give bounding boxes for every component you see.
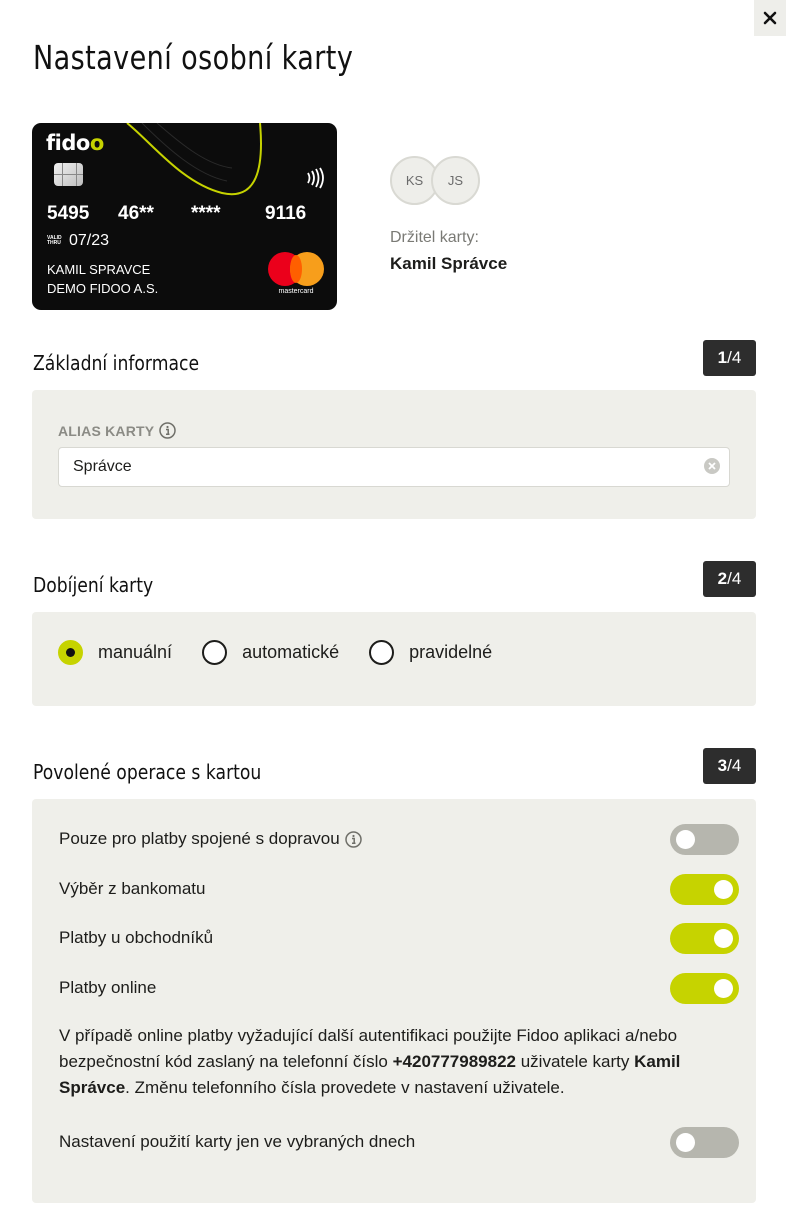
valid-thru-label: VALID THRU xyxy=(47,235,62,246)
operation-label: Pouze pro platby spojené s dopravou xyxy=(59,829,362,849)
avatar-group: KS JS xyxy=(390,156,490,206)
section-title-basic-info: Základní informace xyxy=(33,351,200,375)
clear-input-icon[interactable] xyxy=(703,457,721,475)
operation-label-text: Pouze pro platby spojené s dopravou xyxy=(59,829,340,848)
operation-label: Platby u obchodníků xyxy=(59,928,214,947)
card-holder-label: Držitel karty: xyxy=(390,229,479,246)
step-current: 1 xyxy=(717,348,728,367)
card-holder-text: KAMIL SPRAVCE DEMO FIDOO A.S. xyxy=(47,260,158,298)
toggle-online-payments[interactable] xyxy=(670,972,739,1004)
valid-thru-date: 07/23 xyxy=(69,232,110,249)
step-total: /4 xyxy=(727,756,742,775)
avatar[interactable]: JS xyxy=(431,156,480,205)
top-up-panel: manuální automatické pravidelné xyxy=(32,612,756,706)
note-text: uživatele karty xyxy=(516,1052,635,1071)
step-total: /4 xyxy=(727,348,742,367)
radio-automatic[interactable]: automatické xyxy=(202,640,339,665)
section-title-allowed-operations: Povolené operace s kartou xyxy=(33,760,262,784)
alias-field-label: ALIAS KARTY xyxy=(58,422,177,439)
toggle-knob xyxy=(714,928,733,948)
step-current: 3 xyxy=(717,756,728,775)
card-number-group: 9116 xyxy=(265,203,307,224)
toggle-knob xyxy=(676,829,695,849)
step-badge: 1/4 xyxy=(703,340,756,376)
operation-row-selected-days: Nastavení použití karty jen ve vybraných… xyxy=(59,1125,739,1159)
basic-info-panel: ALIAS KARTY xyxy=(32,390,756,519)
section-title-top-up: Dobíjení karty xyxy=(33,573,154,597)
note-text: . Změnu telefonního čísla provedete v na… xyxy=(125,1078,565,1097)
toggle-merchant-payments[interactable] xyxy=(670,922,739,954)
close-icon xyxy=(763,11,777,25)
note-phone-number: +420777989822 xyxy=(392,1052,516,1071)
card-chip-icon xyxy=(54,163,83,186)
card-holder-name: KAMIL SPRAVCE xyxy=(47,262,151,277)
toggle-knob xyxy=(714,879,733,899)
info-icon[interactable] xyxy=(344,830,362,848)
card-company-name: DEMO FIDOO A.S. xyxy=(47,281,159,296)
operation-label: Platby online xyxy=(59,978,157,997)
mastercard-wordmark: mastercard xyxy=(278,288,314,295)
step-total: /4 xyxy=(727,569,742,588)
online-auth-note: V případě online platby vyžadující další… xyxy=(59,1023,739,1101)
card-brand-logo: fidoo xyxy=(46,131,104,155)
step-badge: 2/4 xyxy=(703,561,756,597)
step-badge: 3/4 xyxy=(703,748,756,784)
close-button[interactable] xyxy=(754,0,786,36)
mastercard-logo: mastercard xyxy=(266,252,326,297)
card-number: 5495 46** **** 9116 xyxy=(47,203,306,225)
operation-row-transport: Pouze pro platby spojené s dopravou xyxy=(59,822,739,856)
radio-dot-checked xyxy=(58,640,83,665)
allowed-operations-panel: Pouze pro platby spojené s dopravou Výbě… xyxy=(32,799,756,1203)
toggle-knob xyxy=(714,978,733,998)
operation-row-merchants: Platby u obchodníků xyxy=(59,921,739,955)
radio-label: pravidelné xyxy=(409,642,493,662)
operation-row-online: Platby online xyxy=(59,971,739,1005)
card-number-group: **** xyxy=(191,203,221,224)
toggle-transport-only[interactable] xyxy=(670,823,739,855)
alias-input[interactable] xyxy=(58,447,730,487)
radio-dot xyxy=(202,640,228,665)
toggle-atm-withdrawal[interactable] xyxy=(670,873,739,905)
toggle-knob xyxy=(676,1132,695,1152)
operation-label: Výběr z bankomatu xyxy=(59,879,206,898)
radio-label: automatické xyxy=(242,642,340,662)
alias-label-text: ALIAS KARTY xyxy=(58,422,155,439)
top-up-radio-group: manuální automatické pravidelné xyxy=(58,640,522,665)
card-number-group: 46** xyxy=(118,203,154,224)
radio-regular[interactable]: pravidelné xyxy=(369,640,492,665)
card-holder-value: Kamil Správce xyxy=(390,254,508,273)
toggle-selected-days[interactable] xyxy=(670,1126,739,1158)
payment-card: fidoo 5495 46** **** 9116 VALID THRU 07/… xyxy=(32,123,337,310)
card-number-group: 5495 xyxy=(47,203,90,224)
operation-label: Nastavení použití karty jen ve vybraných… xyxy=(59,1132,416,1151)
step-current: 2 xyxy=(717,569,728,588)
contactless-icon xyxy=(307,167,324,189)
radio-manual[interactable]: manuální xyxy=(58,640,172,665)
radio-dot xyxy=(369,640,395,665)
info-icon[interactable] xyxy=(159,422,177,439)
page-title: Nastavení osobní karty xyxy=(33,38,354,77)
operation-row-atm: Výběr z bankomatu xyxy=(59,872,739,906)
radio-label: manuální xyxy=(98,642,173,662)
